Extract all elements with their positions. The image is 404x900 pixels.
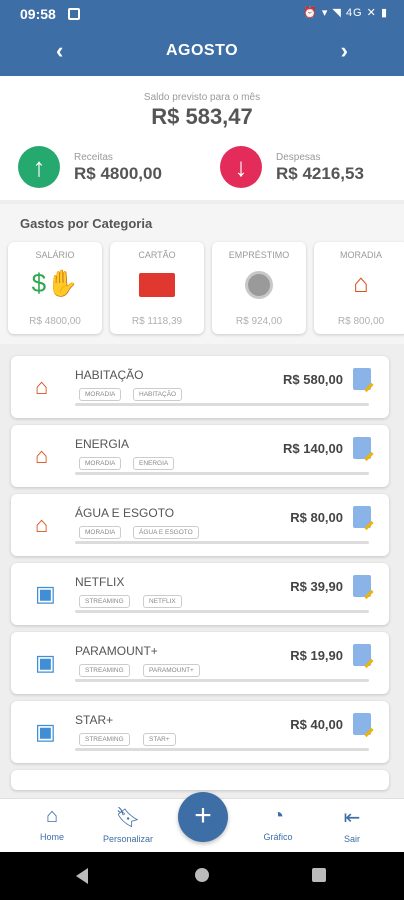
item-title: PARAMOUNT+ — [75, 644, 158, 658]
balance-summary: Saldo previsto para o mês R$ 583,47 ↑ Re… — [0, 76, 404, 200]
list-item[interactable]: ▣ NETFLIX STREAMING NETFLIX R$ 39,90 — [11, 563, 389, 625]
add-button[interactable]: + — [178, 792, 228, 842]
coins-icon — [212, 268, 306, 300]
category-name: MORADIA — [339, 250, 382, 260]
house-icon: ⌂ — [353, 268, 369, 298]
edit-note-icon[interactable] — [353, 644, 371, 666]
progress-bar — [75, 748, 369, 751]
item-amount: R$ 140,00 — [283, 441, 343, 456]
list-item[interactable] — [11, 770, 389, 790]
tag: STREAMING — [79, 664, 130, 677]
list-item[interactable]: ⌂ ÁGUA E ESGOTO MORADIA ÁGUA E ESGOTO R$… — [11, 494, 389, 556]
laptop-icon: ▣ — [35, 581, 56, 606]
month-header: ‹ AGOSTO › — [0, 28, 404, 76]
edit-note-icon[interactable] — [353, 575, 371, 597]
arrow-down-icon: ↓ — [220, 146, 262, 188]
category-name: EMPRÉSTIMO — [228, 250, 290, 260]
tag: HABITAÇÃO — [133, 388, 183, 401]
item-title: STAR+ — [75, 713, 114, 727]
tag: STAR+ — [143, 733, 176, 746]
home-icon: ⌂ — [45, 805, 59, 827]
nav-grafico[interactable]: ◔ Gráfico — [248, 805, 308, 842]
tag: MORADIA — [79, 457, 122, 470]
category-card-cartao[interactable]: CARTÃO R$ 1118,39 — [110, 242, 204, 334]
next-month-button[interactable]: › — [341, 38, 348, 64]
tag: MORADIA — [79, 526, 122, 539]
nav-sair[interactable]: ⇤ Sair — [322, 805, 382, 844]
house-icon: ⌂ — [35, 443, 49, 468]
tag: MORADIA — [79, 388, 122, 401]
progress-bar — [75, 541, 369, 544]
house-icon: ⌂ — [35, 512, 49, 537]
back-icon[interactable] — [76, 868, 88, 884]
nav-personalizar-label: Personalizar — [102, 834, 154, 844]
category-heading: Gastos por Categoria — [20, 216, 153, 231]
laptop-icon: ▣ — [35, 650, 56, 675]
nav-grafico-label: Gráfico — [263, 832, 293, 842]
status-time: 09:58 — [20, 6, 56, 22]
category-value: R$ 1118,39 — [131, 316, 183, 327]
credit-card-icon — [110, 268, 204, 299]
list-item[interactable]: ⌂ HABITAÇÃO MORADIA HABITAÇÃO R$ 580,00 — [11, 356, 389, 418]
income-label: Receitas — [74, 152, 113, 163]
item-amount: R$ 580,00 — [283, 372, 343, 387]
item-title: ENERGIA — [75, 437, 130, 451]
home-circle-icon[interactable] — [195, 868, 209, 882]
edit-note-icon[interactable] — [353, 713, 371, 735]
nav-sair-label: Sair — [343, 834, 360, 844]
expense-label: Despesas — [276, 152, 321, 163]
nav-home[interactable]: ⌂ Home — [22, 805, 82, 842]
money-hand-icon: $✋ — [31, 268, 79, 298]
item-title: ÁGUA E ESGOTO — [75, 506, 175, 520]
bookmark-icon: 🔖︎ — [115, 807, 141, 829]
tag: ÁGUA E ESGOTO — [133, 526, 199, 539]
edit-note-icon[interactable] — [353, 437, 371, 459]
edit-note-icon[interactable] — [353, 506, 371, 528]
nav-personalizar[interactable]: 🔖︎ Personalizar — [98, 805, 158, 844]
edit-note-icon[interactable] — [353, 368, 371, 390]
balance-label: Saldo previsto para o mês — [143, 92, 261, 103]
laptop-icon: ▣ — [35, 719, 56, 744]
category-name: SALÁRIO — [35, 250, 75, 260]
item-title: NETFLIX — [75, 575, 125, 589]
balance-value: R$ 583,47 — [151, 104, 253, 129]
tag: NETFLIX — [143, 595, 182, 608]
nav-home-label: Home — [39, 832, 64, 842]
category-card-moradia[interactable]: MORADIA ⌂ R$ 800,00 — [314, 242, 404, 334]
item-amount: R$ 39,90 — [290, 579, 343, 594]
house-icon: ⌂ — [35, 374, 49, 399]
item-title: HABITAÇÃO — [75, 368, 144, 382]
list-item[interactable]: ⌂ ENERGIA MORADIA ENERGIA R$ 140,00 — [11, 425, 389, 487]
category-value: R$ 800,00 — [337, 316, 385, 327]
arrow-up-icon: ↑ — [18, 146, 60, 188]
progress-bar — [75, 610, 369, 613]
income-value: R$ 4800,00 — [74, 164, 162, 183]
progress-bar — [75, 472, 369, 475]
tag: STREAMING — [79, 595, 130, 608]
recent-apps-icon[interactable] — [312, 868, 326, 882]
item-amount: R$ 19,90 — [290, 648, 343, 663]
logout-icon: ⇤ — [343, 807, 361, 829]
tag: STREAMING — [79, 733, 130, 746]
tag: ENERGIA — [133, 457, 175, 470]
expense-value: R$ 4216,53 — [276, 164, 364, 183]
android-nav-bar — [0, 852, 404, 900]
progress-bar — [75, 403, 369, 406]
pie-chart-icon: ◔ — [271, 805, 285, 827]
list-item[interactable]: ▣ STAR+ STREAMING STAR+ R$ 40,00 — [11, 701, 389, 763]
progress-bar — [75, 679, 369, 682]
item-amount: R$ 40,00 — [290, 717, 343, 732]
image-notification-icon — [68, 8, 80, 20]
status-bar: 09:58 ⏰ ▾ ◥ 4G ✕ ▮ — [0, 0, 404, 28]
category-section: Gastos por Categoria SALÁRIO $✋ R$ 4800,… — [0, 204, 404, 344]
category-value: R$ 4800,00 — [29, 316, 81, 327]
category-card-salario[interactable]: SALÁRIO $✋ R$ 4800,00 — [8, 242, 102, 334]
category-name: CARTÃO — [138, 250, 176, 260]
item-amount: R$ 80,00 — [290, 510, 343, 525]
list-item[interactable]: ▣ PARAMOUNT+ STREAMING PARAMOUNT+ R$ 19,… — [11, 632, 389, 694]
category-card-emprestimo[interactable]: EMPRÉSTIMO R$ 924,00 — [212, 242, 306, 334]
tag: PARAMOUNT+ — [143, 664, 200, 677]
category-value: R$ 924,00 — [235, 316, 283, 327]
status-icons: ⏰ ▾ ◥ 4G ✕ ▮ — [303, 7, 388, 19]
